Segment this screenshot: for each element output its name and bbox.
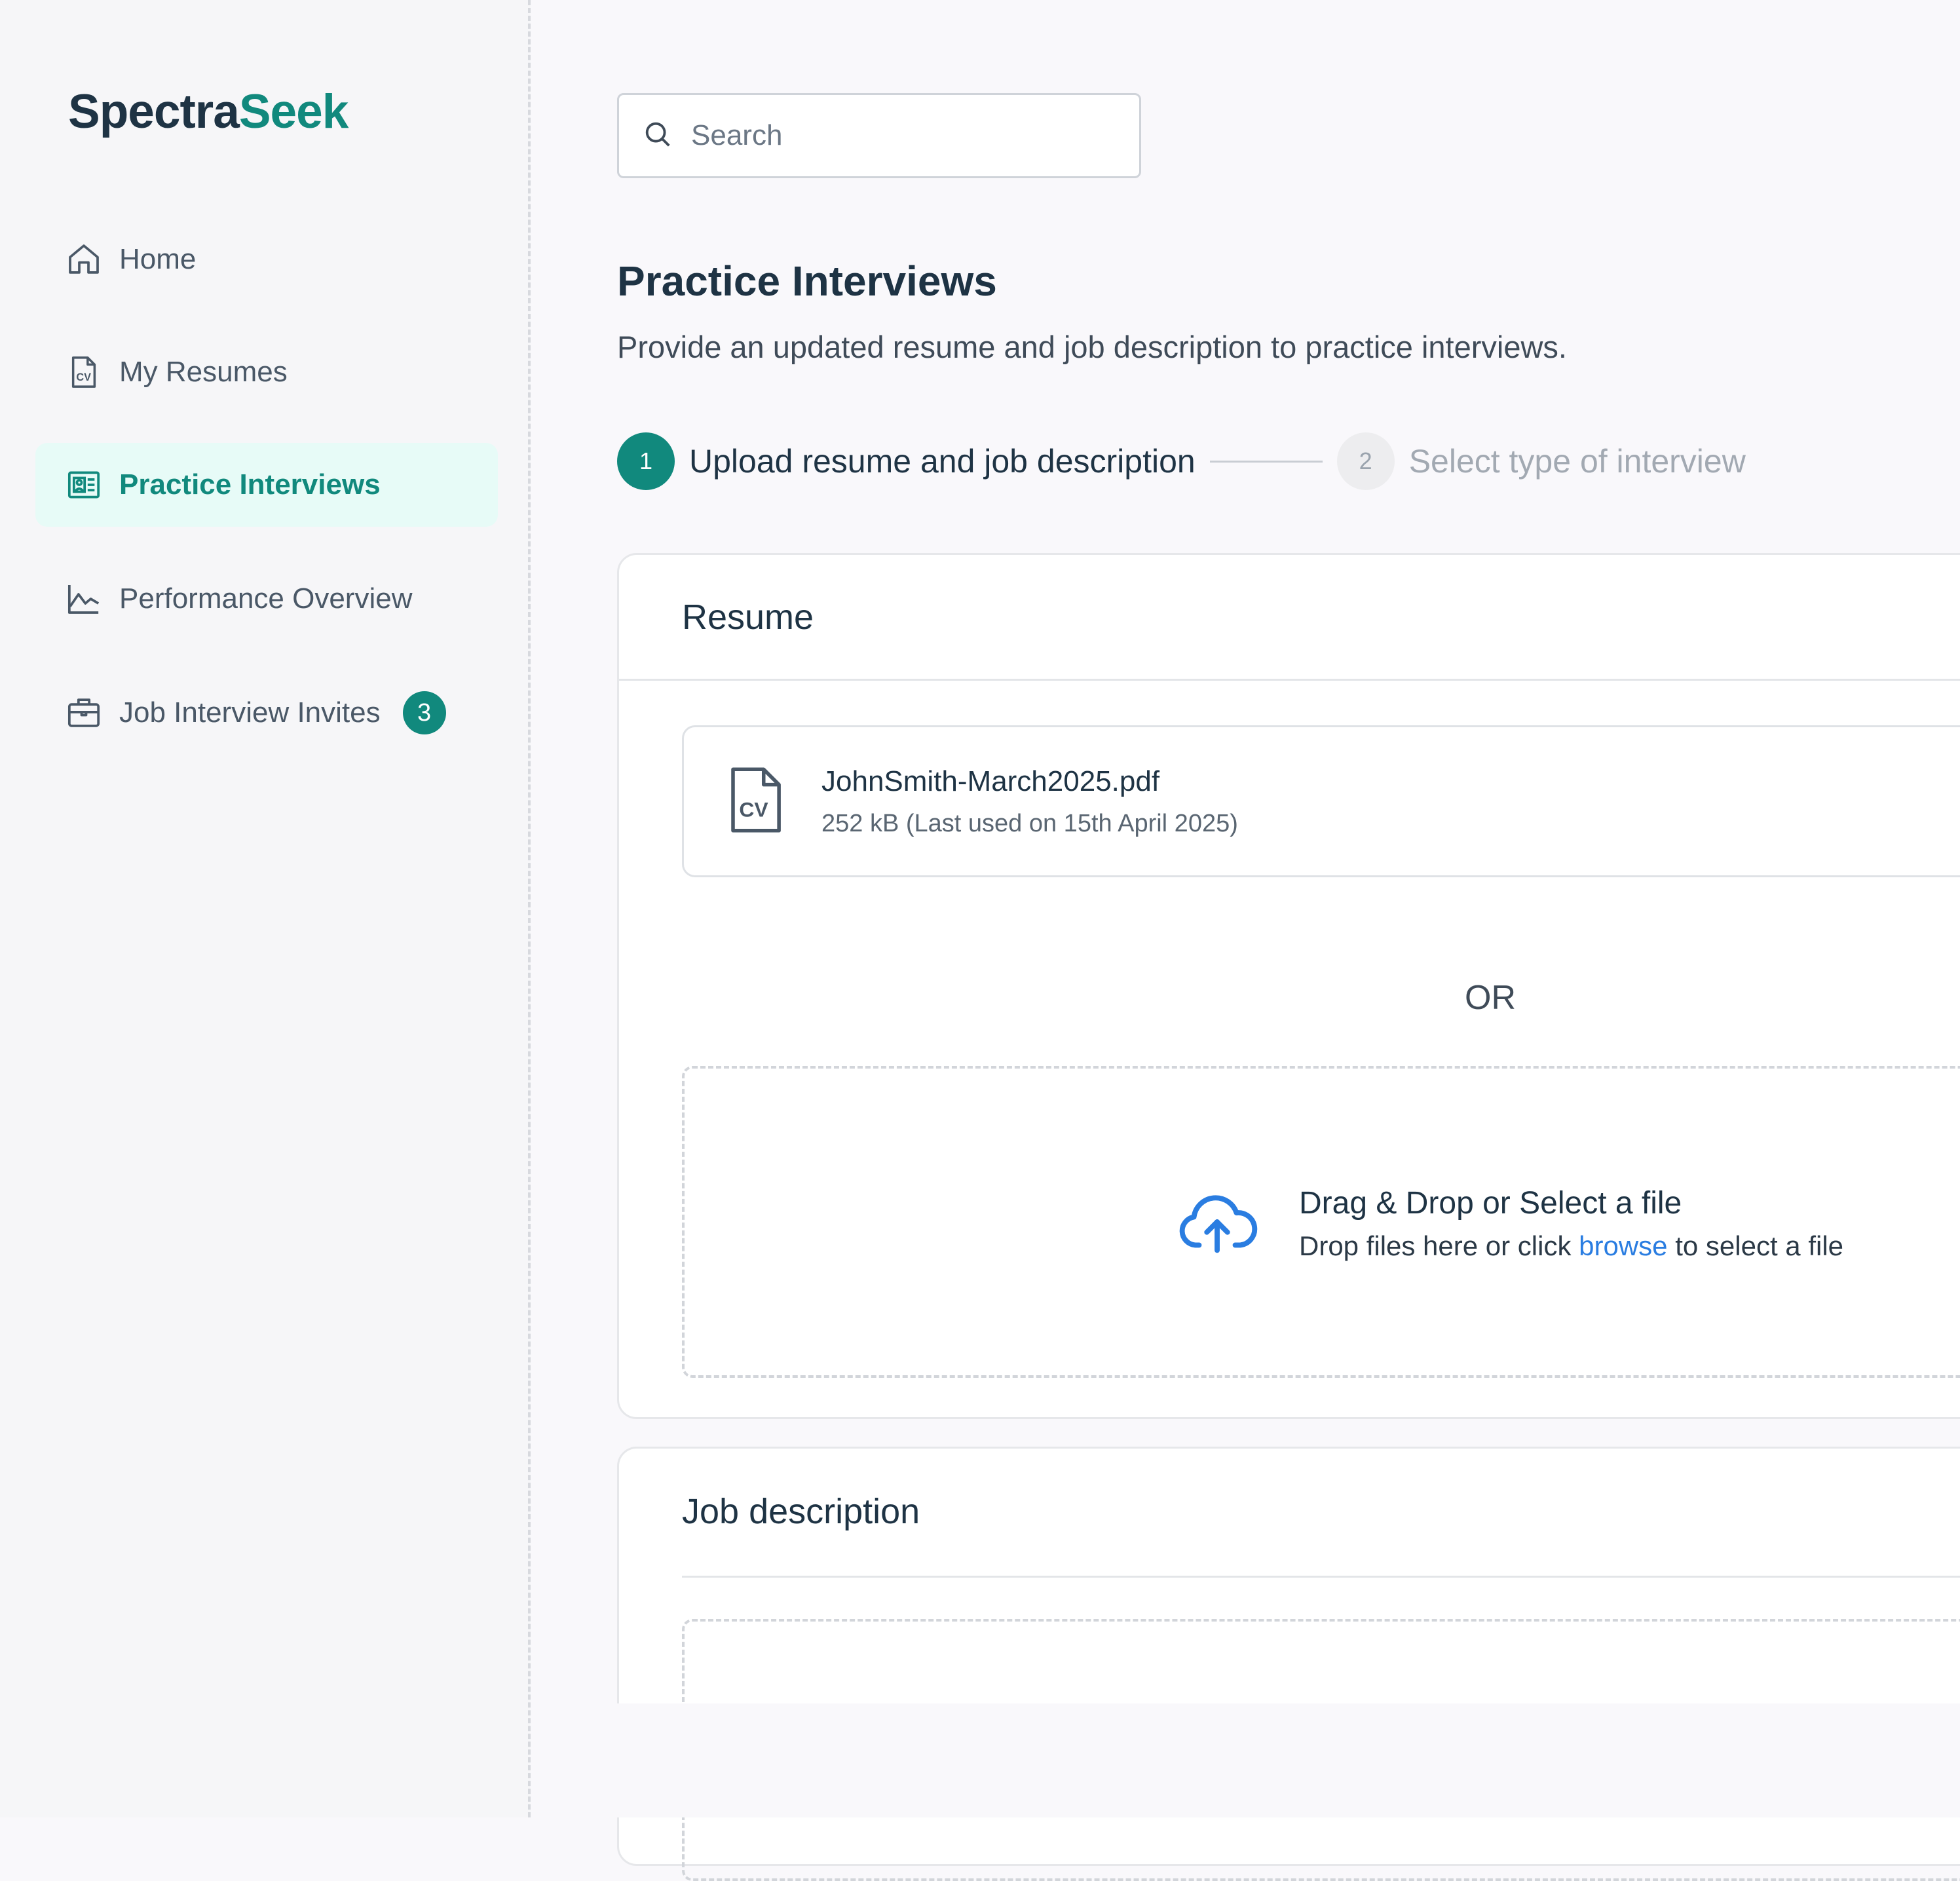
- or-separator: OR: [1465, 979, 1516, 1017]
- sidebar-item-practice-interviews[interactable]: Practice Interviews: [35, 443, 498, 527]
- sidebar-item-label: Performance Overview: [119, 582, 413, 615]
- page-title: Practice Interviews: [617, 257, 997, 305]
- dropzone-subtitle-before: Drop files here or click: [1299, 1230, 1579, 1261]
- cv-file-icon: CV: [727, 767, 783, 837]
- sidebar-item-label: Job Interview Invites: [119, 696, 381, 729]
- brand-logo[interactable]: SpectraSeek: [68, 85, 349, 138]
- sidebar: SpectraSeek Home CV My Resumes Practice …: [0, 0, 531, 1817]
- sidebar-item-label: Practice Interviews: [119, 468, 381, 501]
- sidebar-item-home[interactable]: Home: [35, 218, 498, 301]
- page-bottom-background: [617, 1703, 1960, 1817]
- step-2-number: 2: [1336, 432, 1395, 490]
- file-name: JohnSmith-March2025.pdf: [821, 765, 1160, 797]
- step-2-label: Select type of interview: [1408, 443, 1746, 480]
- job-description-title: Job description: [682, 1492, 920, 1531]
- existing-resume-file[interactable]: CV JohnSmith-March2025.pdf 252 kB (Last …: [682, 725, 1960, 877]
- file-meta: 252 kB (Last used on 15th April 2025): [821, 809, 1238, 837]
- svg-text:CV: CV: [739, 797, 768, 821]
- resume-card-title: Resume: [619, 555, 1960, 681]
- sidebar-item-label: My Resumes: [119, 356, 288, 388]
- search-input[interactable]: [690, 119, 1125, 153]
- dropzone-subtitle: Drop files here or click browse to selec…: [1299, 1230, 1843, 1262]
- sidebar-item-my-resumes[interactable]: CV My Resumes: [35, 330, 498, 414]
- dropzone-subtitle-after: to select a file: [1667, 1230, 1844, 1261]
- browse-link[interactable]: browse: [1579, 1230, 1667, 1261]
- cloud-upload-icon: [1176, 1189, 1258, 1258]
- svg-text:CV: CV: [76, 371, 91, 383]
- brand-logo-part1: Spectra: [68, 85, 240, 138]
- resume-dropzone[interactable]: Drag & Drop or Select a file Drop files …: [682, 1066, 1960, 1378]
- briefcase-icon: [66, 694, 102, 731]
- dropzone-title: Drag & Drop or Select a file: [1299, 1186, 1682, 1221]
- step-1-label: Upload resume and job description: [689, 443, 1196, 480]
- step-1-number: 1: [617, 432, 675, 490]
- stepper: 1 Upload resume and job description 2 Se…: [617, 432, 1746, 490]
- search-box[interactable]: [617, 93, 1141, 178]
- chart-line-icon: [66, 580, 102, 617]
- search-icon: [643, 119, 673, 153]
- cv-file-icon: CV: [66, 354, 102, 390]
- resume-card: Resume CV JohnSmith-March2025.pdf 252 kB…: [617, 553, 1960, 1419]
- divider: [682, 1576, 1960, 1578]
- invites-count-badge: 3: [402, 691, 446, 734]
- interview-card-icon: [66, 466, 102, 503]
- brand-logo-part2: Seek: [238, 85, 349, 138]
- sidebar-item-performance-overview[interactable]: Performance Overview: [35, 557, 498, 641]
- step-connector: [1209, 460, 1323, 463]
- page-subtitle: Provide an updated resume and job descri…: [617, 330, 1567, 364]
- sidebar-item-label: Home: [119, 243, 197, 275]
- home-icon: [66, 241, 102, 278]
- sidebar-item-job-interview-invites[interactable]: Job Interview Invites 3: [35, 671, 498, 755]
